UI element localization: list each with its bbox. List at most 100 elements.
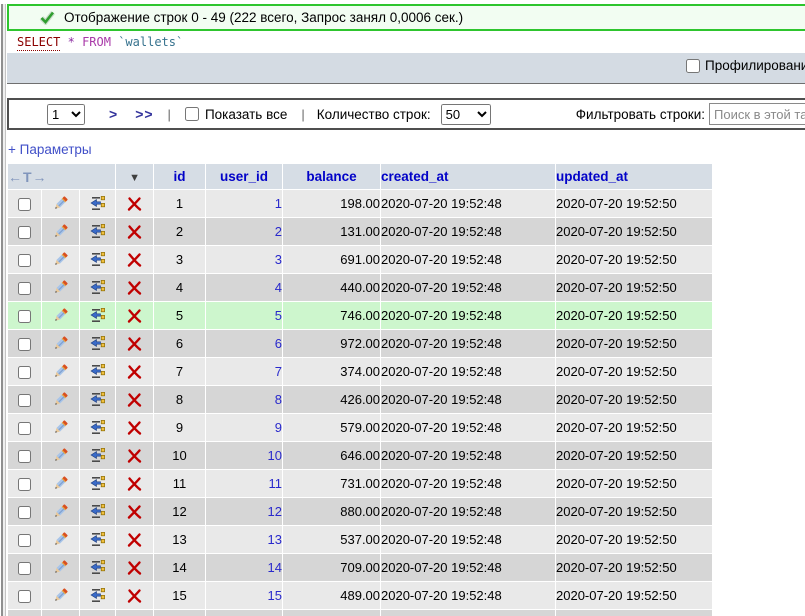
delete-x-icon[interactable]: [126, 392, 143, 408]
cell-user-id-link[interactable]: 2: [205, 217, 284, 246]
col-header-user-id[interactable]: user_id: [205, 163, 284, 190]
inline-edit-icon[interactable]: [89, 587, 106, 604]
cell-user-id-link[interactable]: 4: [205, 273, 284, 302]
row-checkbox[interactable]: [18, 282, 31, 296]
row-checkbox[interactable]: [18, 562, 31, 576]
col-header-balance[interactable]: balance: [282, 163, 382, 190]
cell-user-id-link[interactable]: 11: [205, 469, 284, 498]
row-inline-edit-cell: [78, 301, 117, 330]
row-checkbox[interactable]: [18, 534, 31, 548]
delete-x-icon[interactable]: [126, 588, 143, 604]
row-checkbox[interactable]: [18, 478, 31, 492]
edit-pencil-icon[interactable]: [52, 223, 69, 240]
rows-count-select[interactable]: 50: [440, 103, 491, 125]
cell-user-id-link[interactable]: 5: [205, 301, 284, 330]
show-all-checkbox[interactable]: [184, 107, 199, 121]
cell-balance: 440.00: [282, 273, 382, 302]
inline-edit-icon[interactable]: [89, 363, 106, 380]
delete-x-icon[interactable]: [126, 196, 143, 212]
edit-pencil-icon[interactable]: [52, 335, 69, 352]
edit-pencil-icon[interactable]: [52, 307, 69, 324]
column-browse-control[interactable]: ←T→: [6, 163, 117, 190]
delete-x-icon[interactable]: [126, 252, 143, 268]
profiling-checkbox[interactable]: [686, 58, 700, 73]
col-header-updated-at[interactable]: updated_at: [555, 163, 714, 190]
delete-x-icon[interactable]: [126, 504, 143, 520]
edit-pencil-icon[interactable]: [52, 391, 69, 408]
cell-user-id-link[interactable]: 3: [205, 245, 284, 274]
inline-edit-icon[interactable]: [89, 391, 106, 408]
row-checkbox[interactable]: [18, 338, 31, 352]
edit-pencil-icon[interactable]: [52, 559, 69, 576]
edit-pencil-icon[interactable]: [52, 363, 69, 380]
row-delete-cell: [115, 525, 155, 554]
cell-user-id-link[interactable]: 12: [205, 497, 284, 526]
row-checkbox[interactable]: [18, 422, 31, 436]
frame-resize-border[interactable]: [0, 4, 7, 616]
delete-x-icon[interactable]: [126, 364, 143, 380]
last-page-link[interactable]: >>: [135, 106, 153, 122]
col-header-id[interactable]: id: [153, 163, 207, 190]
row-checkbox[interactable]: [18, 590, 31, 604]
delete-x-icon[interactable]: [126, 560, 143, 576]
cell-user-id-link[interactable]: 7: [205, 357, 284, 386]
edit-pencil-icon[interactable]: [52, 531, 69, 548]
delete-x-icon[interactable]: [126, 532, 143, 548]
delete-x-icon[interactable]: [126, 448, 143, 464]
edit-pencil-icon[interactable]: [52, 251, 69, 268]
row-checkbox[interactable]: [18, 394, 31, 408]
sql-star: *: [67, 35, 75, 49]
row-checkbox[interactable]: [18, 310, 31, 324]
inline-edit-icon[interactable]: [89, 195, 106, 212]
edit-pencil-icon[interactable]: [52, 587, 69, 604]
next-page-link[interactable]: >: [109, 106, 117, 122]
filter-rows-input[interactable]: [709, 103, 805, 125]
cell-id: 13: [153, 525, 207, 554]
cell-user-id-link[interactable]: 8: [205, 385, 284, 414]
page-select[interactable]: 1: [47, 103, 85, 125]
inline-edit-icon[interactable]: [89, 447, 106, 464]
inline-edit-icon[interactable]: [89, 335, 106, 352]
inline-edit-icon[interactable]: [89, 307, 106, 324]
inline-edit-icon[interactable]: [89, 251, 106, 268]
col-header-created-at[interactable]: created_at: [380, 163, 557, 190]
edit-pencil-icon[interactable]: [52, 279, 69, 296]
edit-pencil-icon[interactable]: [52, 447, 69, 464]
query-parameters-toggle[interactable]: + Параметры: [8, 142, 92, 157]
delete-x-icon[interactable]: [126, 420, 143, 436]
inline-edit-icon[interactable]: [89, 279, 106, 296]
cell-user-id-link[interactable]: 10: [205, 441, 284, 470]
cell-user-id-link[interactable]: 9: [205, 413, 284, 442]
row-checkbox[interactable]: [18, 366, 31, 380]
inline-edit-icon[interactable]: [89, 531, 106, 548]
edit-pencil-icon[interactable]: [52, 503, 69, 520]
inline-edit-icon[interactable]: [89, 223, 106, 240]
delete-x-icon[interactable]: [126, 336, 143, 352]
edit-pencil-icon[interactable]: [52, 475, 69, 492]
cell-updated-at: 2020-07-20 19:52:50: [555, 413, 714, 442]
delete-x-icon[interactable]: [126, 308, 143, 324]
row-edit-cell: [41, 301, 80, 330]
row-checkbox[interactable]: [18, 506, 31, 520]
inline-edit-icon[interactable]: [89, 475, 106, 492]
row-checkbox[interactable]: [18, 450, 31, 464]
inline-edit-icon[interactable]: [89, 419, 106, 436]
cell-user-id-link[interactable]: 1: [205, 189, 284, 218]
cell-user-id-link[interactable]: 15: [205, 581, 284, 610]
options-dropdown[interactable]: ▼: [115, 163, 155, 190]
row-checkbox[interactable]: [18, 254, 31, 268]
inline-edit-icon[interactable]: [89, 503, 106, 520]
delete-x-icon[interactable]: [126, 280, 143, 296]
inline-edit-icon[interactable]: [89, 559, 106, 576]
edit-pencil-icon[interactable]: [52, 195, 69, 212]
delete-x-icon[interactable]: [126, 224, 143, 240]
sql-keyword-select[interactable]: SELECT: [17, 35, 61, 51]
cell-user-id-link[interactable]: 16: [205, 609, 284, 616]
row-checkbox[interactable]: [18, 198, 31, 212]
delete-x-icon[interactable]: [126, 476, 143, 492]
cell-user-id-link[interactable]: 14: [205, 553, 284, 582]
edit-pencil-icon[interactable]: [52, 419, 69, 436]
cell-user-id-link[interactable]: 13: [205, 525, 284, 554]
row-checkbox[interactable]: [18, 226, 31, 240]
cell-user-id-link[interactable]: 6: [205, 329, 284, 358]
